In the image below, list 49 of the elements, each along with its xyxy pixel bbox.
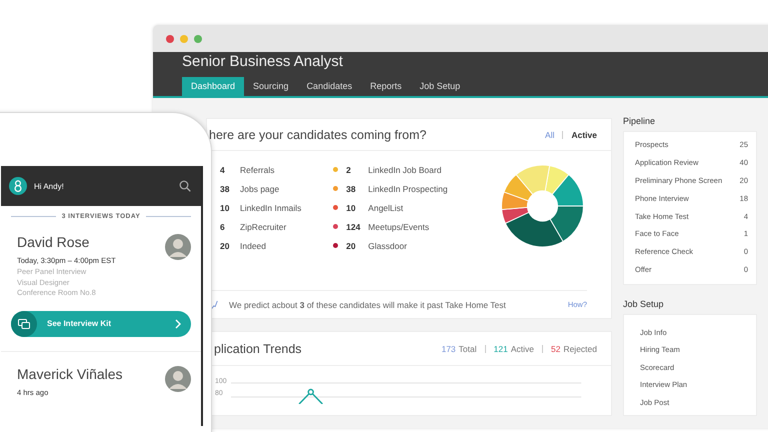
- source-count: 10: [346, 202, 357, 212]
- source-label: Jobs page: [240, 184, 280, 194]
- source-label: Referrals: [240, 164, 274, 174]
- source-label: ZipRecruiter: [240, 222, 286, 232]
- filter-link[interactable]: Active: [571, 130, 597, 140]
- logo-icon: [9, 177, 27, 195]
- stat-label: Total: [458, 344, 477, 354]
- avatar-icon: [165, 366, 191, 392]
- source-label: Glassdoor: [368, 240, 407, 250]
- source-count: 6: [220, 222, 226, 232]
- source-label: LinkedIn Inmails: [240, 202, 302, 212]
- source-count: 20: [346, 240, 357, 250]
- stat-label: Active: [510, 344, 534, 354]
- section-title: Pipeline: [623, 116, 656, 126]
- source-label: Meetups/Events: [368, 222, 430, 232]
- greeting-text: Hi Andy!: [34, 182, 65, 190]
- nav-tab[interactable]: Candidates: [298, 77, 362, 96]
- section-title: Job Setup: [623, 299, 665, 310]
- source-count: 2: [346, 164, 352, 174]
- card-title: plication Trends: [214, 342, 302, 356]
- stat-value: 121: [494, 344, 508, 354]
- source-label: LinkedIn Job Board: [368, 164, 442, 174]
- nav-tab[interactable]: Sourcing: [244, 77, 298, 96]
- search-icon[interactable]: [179, 180, 191, 192]
- source-count: 38: [346, 184, 357, 194]
- stat-value: 173: [441, 344, 456, 354]
- source-label: Indeed: [240, 240, 266, 250]
- candidate-name[interactable]: Maverick Viñales: [17, 366, 123, 382]
- close-window-icon[interactable]: [166, 34, 174, 42]
- source-count: 38: [220, 184, 230, 194]
- trend-icon: [211, 299, 218, 310]
- nav-tab[interactable]: Reports: [361, 77, 411, 96]
- nav-tab[interactable]: Job Setup: [410, 77, 470, 96]
- chat-icon: [18, 318, 30, 328]
- job-title: Senior Business Analyst: [182, 53, 344, 70]
- candidate-name[interactable]: David Rose: [17, 234, 116, 250]
- source-label: LinkedIn Prospecting: [368, 184, 448, 194]
- source-count: 20: [220, 240, 230, 250]
- stat-label: Rejected: [563, 344, 597, 354]
- stat-value: 52: [550, 344, 560, 354]
- source-count: 124: [346, 222, 362, 232]
- source-count: 10: [220, 202, 230, 212]
- prediction-text: We predict acbout 3 of these candidates will make it past Take Home Test: [229, 300, 507, 310]
- source-label: AngelList: [368, 202, 404, 212]
- avatar-icon: [165, 234, 191, 260]
- source-count: 4: [220, 164, 226, 174]
- card-title: here are your candidates coming from?: [209, 128, 426, 142]
- chevron-right-icon: [175, 318, 181, 328]
- maximize-window-icon[interactable]: [194, 34, 202, 42]
